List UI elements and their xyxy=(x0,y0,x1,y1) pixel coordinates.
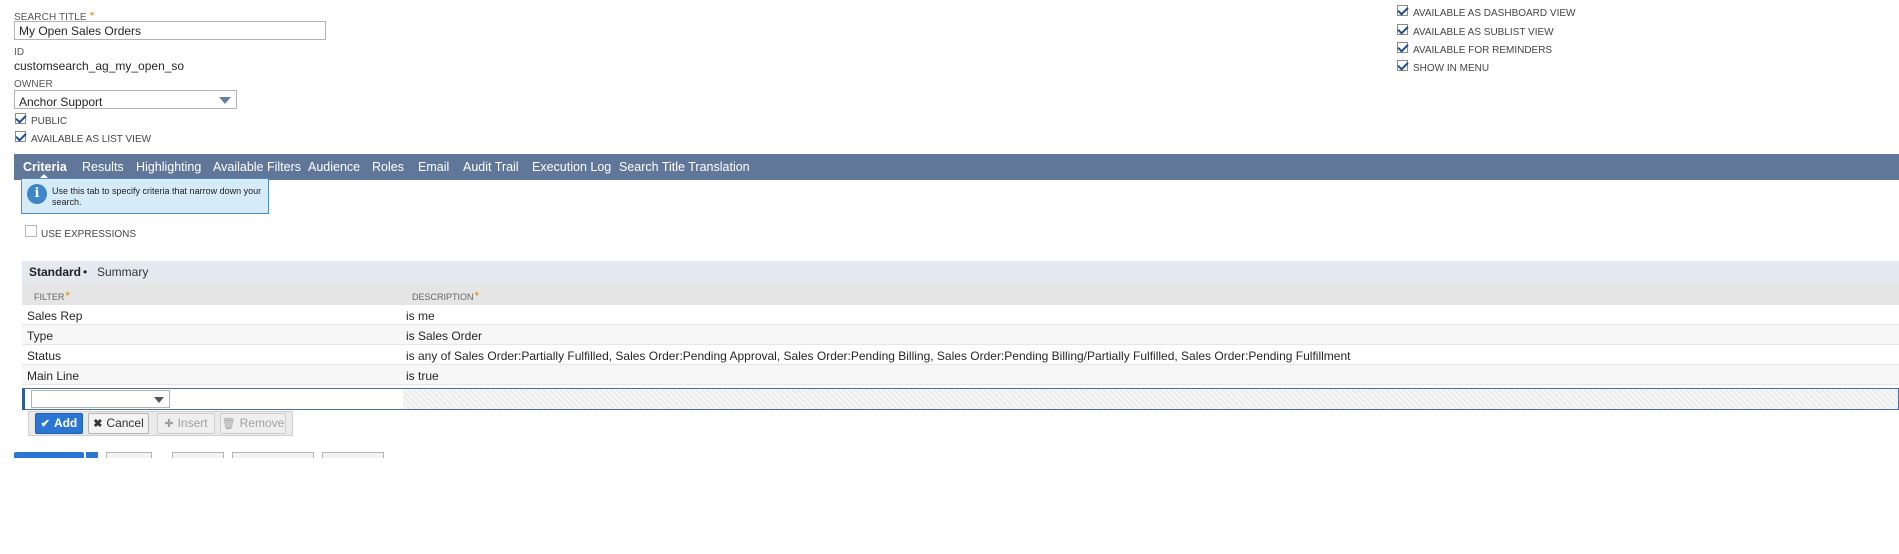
list-view-checkbox[interactable] xyxy=(15,131,26,142)
subtab-standard[interactable]: Standard • xyxy=(29,265,87,279)
trash-icon: 🗑 xyxy=(221,418,236,430)
remove-button[interactable]: 🗑 Remove xyxy=(220,413,286,434)
plus-icon: ✚ xyxy=(164,418,174,430)
check-icon: ✔ xyxy=(40,418,50,430)
cancel-button[interactable]: ✖ Cancel xyxy=(88,413,149,434)
tab-roles[interactable]: Roles xyxy=(372,160,404,174)
tab-audit-trail[interactable]: Audit Trail xyxy=(463,160,519,174)
column-header-filter: FILTER* xyxy=(34,289,71,303)
info-text: Use this tab to specify criteria that na… xyxy=(52,186,262,207)
id-label: ID xyxy=(14,47,25,58)
filter-select[interactable] xyxy=(31,390,170,408)
filter-cell: Status xyxy=(27,349,62,363)
main-tab-bar: Criteria Results Highlighting Available … xyxy=(14,154,1899,180)
criteria-subtab-bar: Standard • Summary xyxy=(22,261,1899,283)
tab-email[interactable]: Email xyxy=(418,160,449,174)
filter-cell: Main Line xyxy=(27,369,80,383)
show-in-menu-checkbox-label: SHOW IN MENU xyxy=(1413,63,1490,74)
add-button[interactable]: ✔ Add xyxy=(35,413,83,434)
tab-execution-log[interactable]: Execution Log xyxy=(532,160,611,174)
dashboard-view-checkbox-label: AVAILABLE AS DASHBOARD VIEW xyxy=(1413,8,1576,19)
sublist-view-checkbox-label: AVAILABLE AS SUBLIST VIEW xyxy=(1413,27,1554,38)
cancel-page-button[interactable] xyxy=(106,452,152,458)
search-title-input[interactable] xyxy=(14,21,326,40)
description-cell: is any of Sales Order:Partially Fulfille… xyxy=(406,349,1351,363)
dashboard-view-checkbox[interactable] xyxy=(1397,5,1408,16)
use-expressions-checkbox[interactable] xyxy=(25,225,37,237)
save-button[interactable] xyxy=(14,452,84,458)
tab-audience[interactable]: Audience xyxy=(308,160,360,174)
close-icon: ✖ xyxy=(93,418,103,430)
sublist-view-checkbox[interactable] xyxy=(1397,24,1408,35)
table-header: FILTER* DESCRIPTION* xyxy=(22,283,1899,305)
filter-cell: Sales Rep xyxy=(27,309,83,323)
reset-button[interactable] xyxy=(172,452,224,458)
id-value: customsearch_ag_my_open_so xyxy=(14,59,185,73)
owner-value: Anchor Support xyxy=(19,95,103,109)
column-header-description: DESCRIPTION* xyxy=(412,289,480,303)
description-cell: is Sales Order xyxy=(406,329,483,343)
description-cell: is me xyxy=(406,309,435,323)
public-checkbox-label: PUBLIC xyxy=(31,116,68,127)
subtab-summary[interactable]: Summary xyxy=(97,265,148,279)
use-expressions-label: USE EXPRESSIONS xyxy=(41,229,137,240)
criteria-edit-row xyxy=(22,388,1899,410)
description-cell: is true xyxy=(406,369,439,383)
row-action-buttons: ✔ Add ✖ Cancel ✚ Insert 🗑 Remove xyxy=(28,411,293,436)
owner-label: OWNER xyxy=(14,79,53,90)
table-row[interactable]: Status is any of Sales Order:Partially F… xyxy=(22,345,1899,365)
tab-available-filters[interactable]: Available Filters xyxy=(213,160,301,174)
info-box: i Use this tab to specify criteria that … xyxy=(21,178,269,214)
list-view-checkbox-label: AVAILABLE AS LIST VIEW xyxy=(31,134,152,145)
table-row[interactable]: Sales Rep is me xyxy=(22,305,1899,325)
chevron-down-icon xyxy=(219,97,231,104)
tab-criteria[interactable]: Criteria xyxy=(23,160,67,174)
public-checkbox[interactable] xyxy=(15,113,26,124)
info-icon: i xyxy=(27,184,47,204)
preview-button[interactable] xyxy=(232,452,314,458)
more-actions-button[interactable] xyxy=(322,452,384,458)
show-in-menu-checkbox[interactable] xyxy=(1397,60,1408,71)
chevron-down-icon xyxy=(154,397,164,403)
tab-results[interactable]: Results xyxy=(82,160,124,174)
reminders-checkbox-label: AVAILABLE FOR REMINDERS xyxy=(1413,45,1553,56)
save-dropdown-button[interactable] xyxy=(86,452,98,458)
insert-button[interactable]: ✚ Insert xyxy=(157,413,215,434)
tab-search-title-translation[interactable]: Search Title Translation xyxy=(619,160,750,174)
owner-select[interactable]: Anchor Support xyxy=(14,90,237,109)
table-row[interactable]: Main Line is true xyxy=(22,365,1899,385)
reminders-checkbox[interactable] xyxy=(1397,42,1408,53)
description-cell-disabled xyxy=(403,389,1898,409)
filter-cell: Type xyxy=(27,329,54,343)
table-row[interactable]: Type is Sales Order xyxy=(22,325,1899,345)
tab-highlighting[interactable]: Highlighting xyxy=(136,160,201,174)
